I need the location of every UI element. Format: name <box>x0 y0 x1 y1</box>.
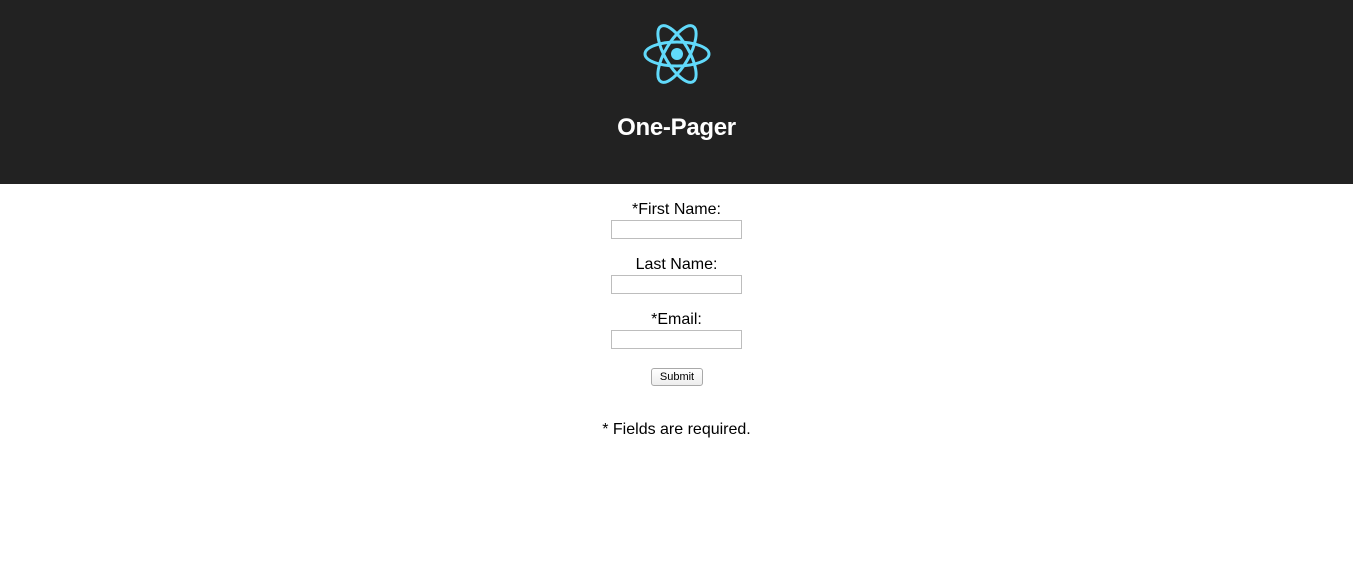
submit-button[interactable]: Submit <box>651 368 703 386</box>
email-input[interactable] <box>611 330 742 349</box>
react-atom-icon <box>643 24 711 84</box>
app-title: One-Pager <box>617 114 736 141</box>
email-label: *Email: <box>651 311 702 328</box>
last-name-input[interactable] <box>611 275 742 294</box>
app-header: One-Pager <box>0 0 1353 184</box>
last-name-label: Last Name: <box>635 256 718 273</box>
required-fields-note: * Fields are required. <box>602 421 751 438</box>
first-name-input[interactable] <box>611 220 742 239</box>
first-name-label: *First Name: <box>632 201 721 218</box>
email-field: *Email: <box>0 311 1353 349</box>
first-name-field: *First Name: <box>0 201 1353 239</box>
last-name-field: Last Name: <box>0 256 1353 294</box>
